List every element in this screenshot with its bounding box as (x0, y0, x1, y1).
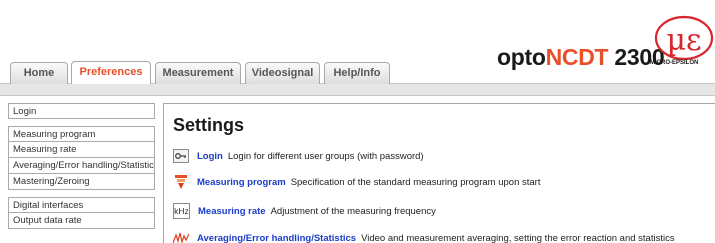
logo-text: MICRO-EPSILON (650, 60, 699, 66)
brand-prefix: opto (497, 44, 546, 70)
settings-entry-averaging: Averaging/Error handling/Statistics Vide… (173, 229, 675, 243)
measuring-rate-link[interactable]: Measuring rate (198, 206, 266, 217)
settings-entry-login: Login Login for different user groups (w… (173, 147, 424, 165)
sidebar-item-measuring-rate[interactable]: Measuring rate (8, 142, 155, 158)
khz-icon-label: kHz (174, 206, 189, 216)
sidebar-item-login[interactable]: Login (8, 103, 155, 119)
tab-measurement[interactable]: Measurement (155, 62, 241, 84)
sidebar-item-mastering[interactable]: Mastering/Zeroing (8, 174, 155, 190)
measuring-rate-description: Adjustment of the measuring frequency (270, 205, 436, 217)
settings-entry-measuring-program: Measuring program Specification of the s… (173, 173, 540, 191)
statistics-icon (173, 230, 189, 243)
sidebar-item-averaging[interactable]: Averaging/Error handling/Statistics (8, 158, 155, 174)
averaging-link[interactable]: Averaging/Error handling/Statistics (197, 233, 356, 243)
measuring-program-icon (173, 174, 189, 190)
brand-accent: NCDT (545, 44, 609, 70)
header-divider-bar (0, 84, 715, 96)
khz-icon: kHz (173, 203, 190, 219)
settings-panel: Settings Login Login for different user … (163, 103, 715, 243)
login-link[interactable]: Login (197, 151, 223, 162)
sidebar: Login Measuring program Measuring rate A… (8, 103, 155, 236)
measuring-program-description: Specification of the standard measuring … (290, 176, 541, 188)
settings-entry-measuring-rate: kHz Measuring rate Adjustment of the mea… (173, 202, 436, 220)
logo-symbol: µε (666, 23, 701, 58)
sidebar-group-login: Login (8, 103, 155, 119)
sidebar-item-measuring-program[interactable]: Measuring program (8, 126, 155, 142)
measuring-program-link[interactable]: Measuring program (197, 177, 286, 188)
key-icon (173, 148, 189, 164)
page-title: Settings (173, 115, 245, 135)
header: Home Preferences Measurement Videosignal… (0, 0, 715, 85)
login-description: Login for different user groups (with pa… (227, 150, 424, 162)
sidebar-item-digital-interfaces[interactable]: Digital interfaces (8, 197, 155, 213)
tab-preferences[interactable]: Preferences (71, 61, 151, 85)
tab-videosignal[interactable]: Videosignal (245, 62, 320, 84)
sidebar-group-measurement: Measuring program Measuring rate Averagi… (8, 126, 155, 190)
product-name: optoNCDT 2300 (497, 44, 665, 71)
tab-home[interactable]: Home (10, 62, 68, 84)
sidebar-group-interfaces: Digital interfaces Output data rate (8, 197, 155, 229)
averaging-description: Video and measurement averaging, setting… (361, 232, 675, 243)
sidebar-item-output-data-rate[interactable]: Output data rate (8, 213, 155, 229)
tab-help-info[interactable]: Help/Info (324, 62, 390, 84)
